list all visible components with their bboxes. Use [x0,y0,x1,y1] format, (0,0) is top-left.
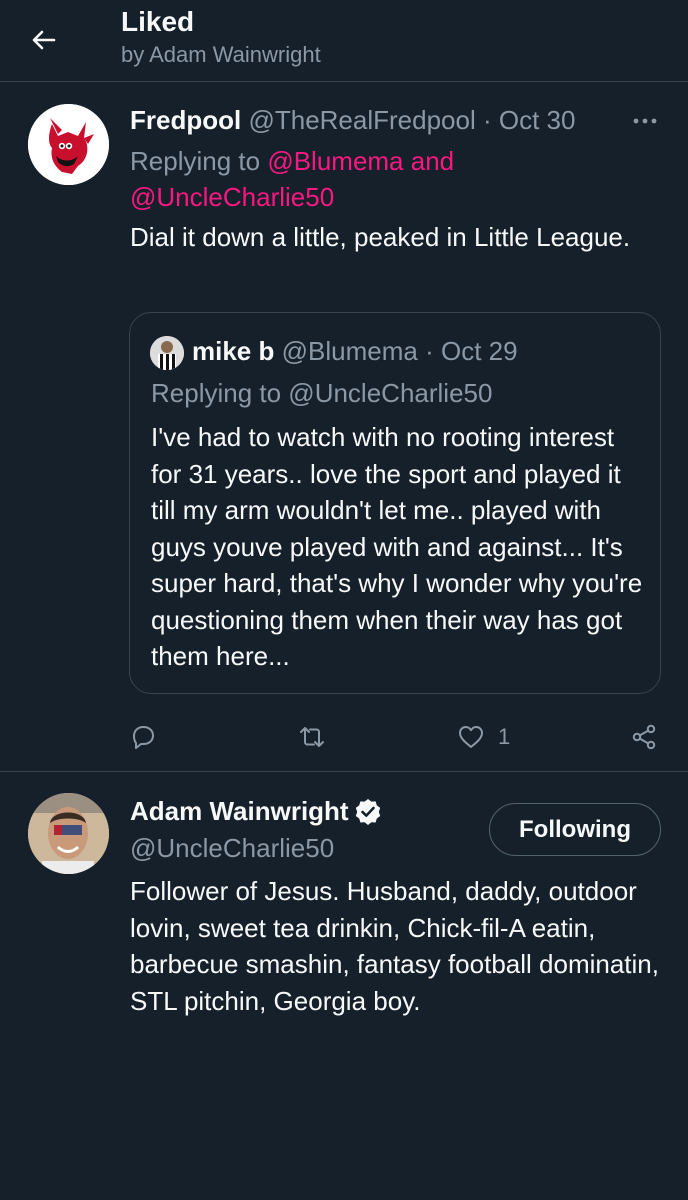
tweet-text: Dial it down a little, peaked in Little … [130,222,631,252]
avatar [150,336,184,370]
replying-to: Replying to @Blumema and @UncleCharlie50 [130,143,630,215]
quoted-tweet[interactable]: mike b @Blumema · Oct 29 Replying to @Un… [129,312,661,694]
tweet-date[interactable]: Oct 30 [499,105,576,135]
replying-prefix: Replying to [130,146,268,176]
share-icon [632,724,656,750]
top-bar: Liked by Adam Wainwright [0,0,688,82]
tweet-actions: 1 [0,715,688,759]
like-count: 1 [498,724,511,749]
reply-button[interactable] [128,715,158,759]
author-handle[interactable]: @TheRealFredpool [248,105,475,135]
quote-author-name: mike b [192,336,275,366]
profile-card[interactable]: Adam Wainwright @UncleCharlie50 Followin… [0,773,688,1200]
separator: · [482,105,492,135]
quote-replying-to: Replying to @UncleCharlie50 [151,378,493,408]
avatar[interactable] [28,793,109,874]
quote-text: I've had to watch with no rooting intere… [151,422,643,671]
devil-mascot-avatar-image [28,104,109,185]
retweet-button[interactable] [297,715,327,759]
profile-handle[interactable]: @UncleCharlie50 [130,833,334,864]
quote-avatar-image [150,336,184,370]
page-subtitle: by Adam Wainwright [121,42,321,67]
page-title: Liked [121,6,195,37]
share-button[interactable] [630,715,660,759]
quote-date: Oct 29 [440,336,518,366]
avatar[interactable] [28,104,109,185]
following-button[interactable]: Following [489,803,661,856]
separator: · [425,336,434,366]
tweet-header: Fredpool @TheRealFredpool · Oct 30 [130,105,575,136]
profile-name-text: Adam Wainwright [130,796,349,826]
more-options-button[interactable] [628,107,662,135]
replying-joiner: and [403,146,455,176]
mention-link[interactable]: @Blumema [267,146,403,176]
back-button[interactable] [24,20,64,60]
profile-bio: Follower of Jesus. Husband, daddy, outdo… [130,876,659,1016]
quote-author-handle: @Blumema [281,336,418,366]
like-button[interactable]: 1 [456,715,510,759]
back-arrow-icon [32,30,56,50]
heart-icon [459,726,483,748]
profile-name[interactable]: Adam Wainwright [130,796,383,827]
quote-header: mike b @Blumema · Oct 29 [192,336,518,367]
profile-photo-image [28,793,109,874]
author-name[interactable]: Fredpool [130,105,241,135]
verified-badge-icon [355,798,380,825]
mention-link[interactable]: @UncleCharlie50 [130,182,334,212]
reply-icon [133,726,154,749]
tweet[interactable]: Fredpool @TheRealFredpool · Oct 30 Reply… [0,83,688,772]
retweet-icon [300,727,324,747]
more-dots-icon [633,118,657,124]
